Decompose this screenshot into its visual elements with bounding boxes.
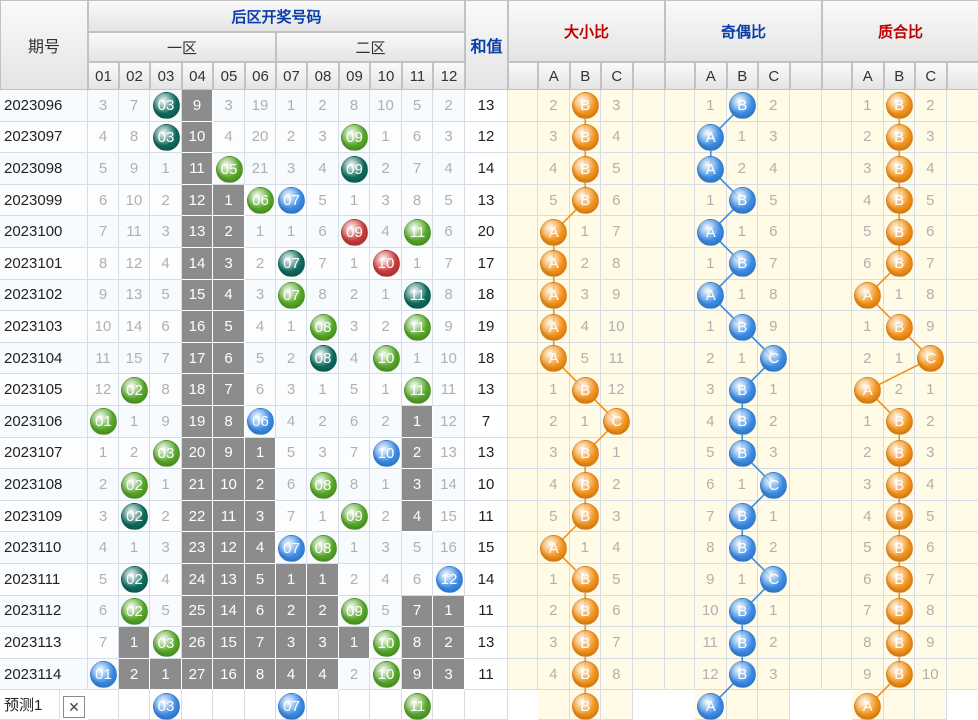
drawn-ball: 12 [435,566,463,594]
ratio-ball: B [885,439,913,467]
ratio-ball: B [728,187,756,215]
drawn-ball: 06 [247,187,274,215]
ratio-ball: A [540,218,568,246]
ratio-ball: B [885,218,913,246]
forecast-ball: 07 [278,692,305,720]
drawn-ball: 09 [341,503,368,531]
drawn-ball: 10 [372,250,400,278]
drawn-ball: 03 [152,629,180,657]
drawn-ball: 09 [341,123,368,151]
drawn-ball: 01 [90,661,117,689]
drawn-ball: 02 [121,471,148,499]
ratio-ball: A [540,281,568,309]
drawn-ball: 03 [152,92,180,120]
drawn-ball: 11 [404,376,431,404]
forecast-ratio-ball: B [571,692,599,720]
forecast-ball: 11 [404,692,431,720]
ratio-ball: A [540,313,568,341]
ratio-ball: B [728,250,756,278]
ratio-ball: B [728,408,756,436]
drawn-ball: 08 [309,313,337,341]
forecast-ball: 03 [152,692,180,720]
ratio-ball: A [697,281,725,309]
drawn-ball: 08 [309,471,337,499]
ratio-ball: B [885,597,913,625]
drawn-ball: 07 [278,534,305,562]
ratio-ball: B [885,155,913,183]
ratio-ball: B [571,123,599,151]
ratio-ball: B [885,534,913,562]
drawn-ball: 05 [215,155,243,183]
drawn-ball: 07 [278,281,305,309]
ratio-ball: B [885,123,913,151]
drawn-ball: 02 [121,376,148,404]
drawn-ball: 10 [372,629,400,657]
ratio-ball: A [854,376,882,404]
drawn-ball: 08 [309,345,337,373]
ratio-ball: B [885,313,913,341]
drawn-ball: 03 [152,439,180,467]
ratio-ball: B [885,503,913,531]
drawn-ball: 11 [404,313,431,341]
ratio-ball: B [571,661,599,689]
ratio-ball: A [697,123,725,151]
trend-chart: 期号 后区开奖号码 一区 二区 01 02 03 04 05 06 07 08 09 10 11 12 和值 大小… [0,0,978,720]
ratio-ball: A [697,218,725,246]
drawn-ball: 03 [152,123,180,151]
ratio-ball: A [697,155,725,183]
drawn-ball: 02 [121,503,148,531]
ratio-ball: B [728,376,756,404]
ratio-ball: B [571,439,599,467]
ratio-ball: B [885,661,913,689]
ratio-ball: B [571,629,599,657]
ratio-ball: A [854,281,882,309]
ratio-ball: B [885,408,913,436]
drawn-ball: 10 [372,345,400,373]
ratio-ball: B [571,597,599,625]
ratio-ball: B [885,471,913,499]
ratio-ball: B [728,92,756,120]
ratio-ball: B [571,566,599,594]
ratio-ball: C [760,471,788,499]
ratio-ball: B [728,534,756,562]
ratio-ball: B [571,187,599,215]
ratio-ball: B [885,629,913,657]
ratio-ball: B [885,566,913,594]
drawn-ball: 07 [278,187,305,215]
drawn-ball: 09 [341,597,368,625]
ratio-ball: B [885,187,913,215]
ratio-ball: B [885,250,913,278]
ratio-ball: B [728,597,756,625]
ratio-ball: B [728,503,756,531]
ratio-ball: B [571,471,599,499]
ratio-ball: B [728,661,756,689]
ratio-ball: B [571,155,599,183]
drawn-ball: 09 [341,155,368,183]
ratio-ball: B [571,376,599,404]
ratio-ball: B [728,629,756,657]
ratio-ball: B [571,503,599,531]
ratio-ball: B [885,92,913,120]
drawn-ball: 10 [372,661,400,689]
ratio-ball: B [728,439,756,467]
drawn-ball: 11 [404,218,431,246]
ratio-ball: A [540,534,568,562]
drawn-ball: 10 [372,439,400,467]
ratio-ball: B [728,313,756,341]
forecast-ratio-ball: A [854,692,882,720]
drawn-ball: 11 [404,281,431,309]
drawn-ball: 02 [121,597,148,625]
forecast-ratio-ball: A [697,692,725,720]
drawn-ball: 09 [341,218,368,246]
drawn-ball: 08 [309,534,337,562]
ratio-ball: B [571,92,599,120]
